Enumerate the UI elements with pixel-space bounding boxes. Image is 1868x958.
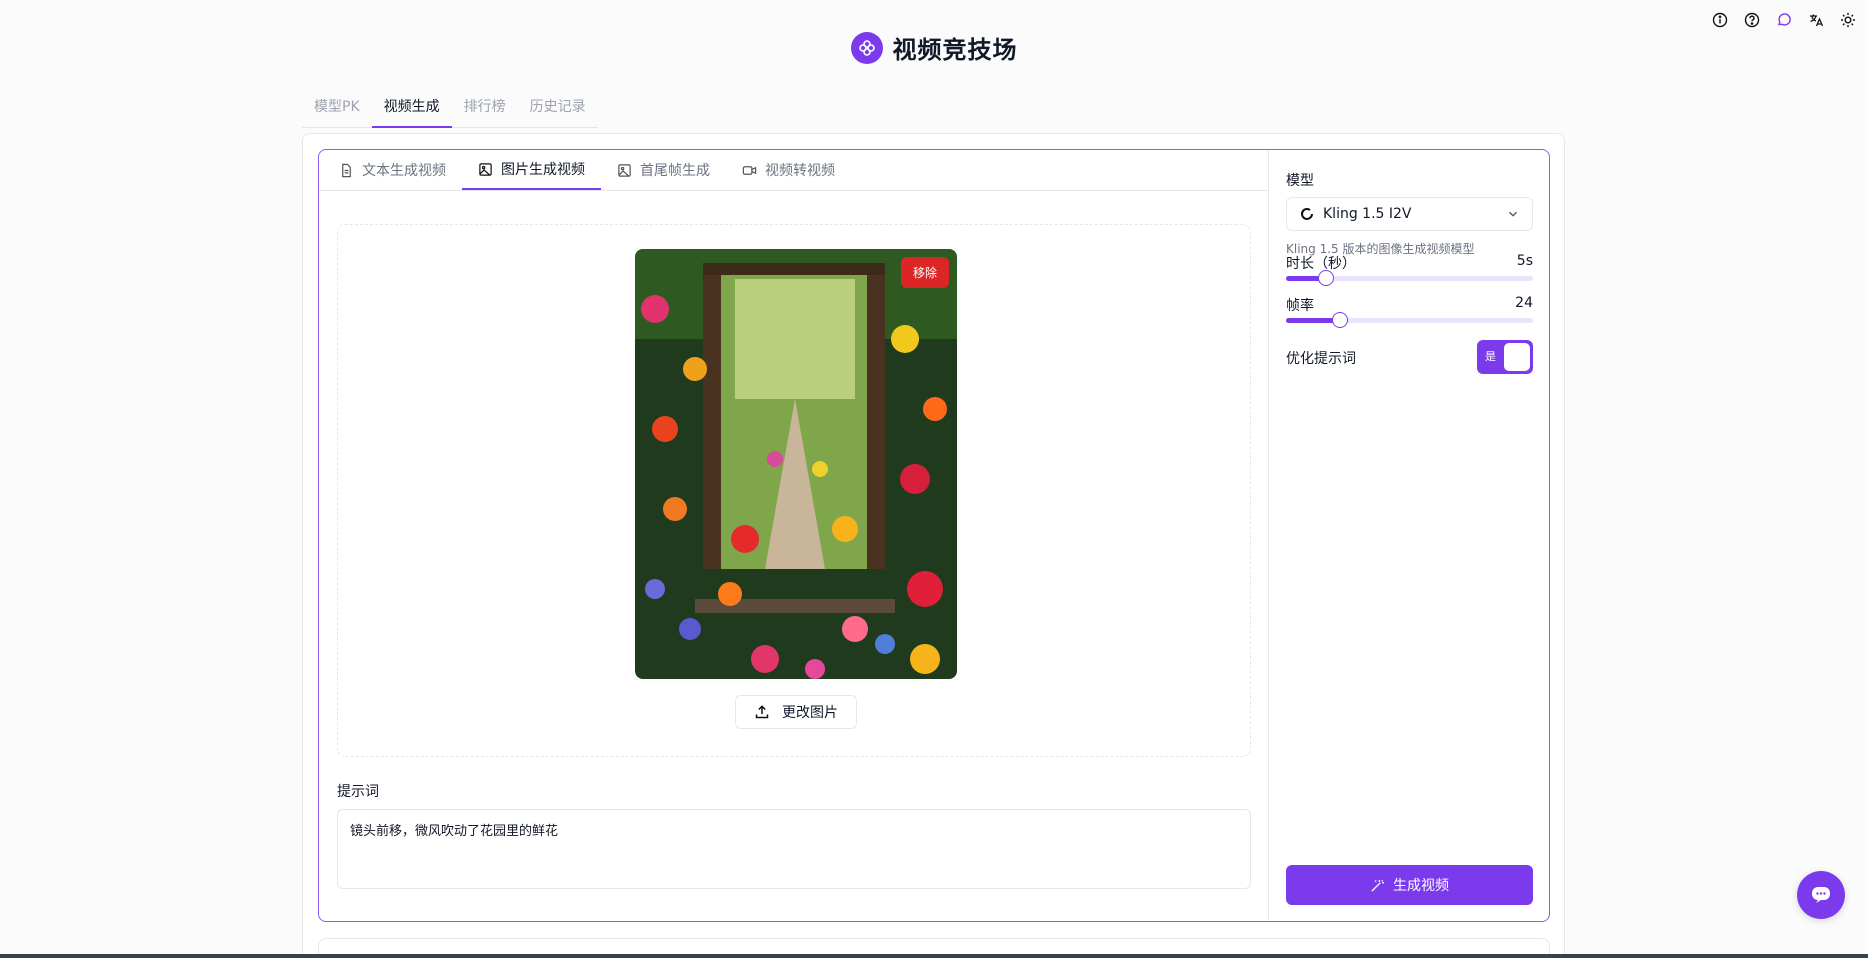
- duration-slider[interactable]: [1286, 270, 1533, 286]
- uploaded-image: 移除: [635, 249, 957, 679]
- kling-logo-icon: [1301, 208, 1313, 220]
- info-icon[interactable]: [1710, 10, 1730, 30]
- remove-image-button[interactable]: 移除: [900, 257, 949, 288]
- chevron-down-icon: [1509, 211, 1517, 217]
- tab-label: 图片生成视频: [501, 162, 585, 178]
- chat-icon[interactable]: [1774, 10, 1794, 30]
- app-header: 视频竞技场: [0, 30, 1868, 65]
- magic-wand-icon: [1371, 879, 1385, 892]
- image-icon: [479, 162, 492, 176]
- duration-value: 5s: [1516, 253, 1533, 269]
- fps-slider[interactable]: [1286, 312, 1533, 328]
- tab-image-to-video[interactable]: 图片生成视频: [462, 150, 601, 190]
- optimize-toggle[interactable]: 是: [1477, 340, 1533, 374]
- toggle-text: 是: [1485, 350, 1496, 363]
- tab-label: 视频转视频: [765, 163, 835, 179]
- duration-slider-thumb[interactable]: [1317, 270, 1334, 286]
- tab-video-generation[interactable]: 视频生成: [371, 92, 452, 128]
- fps-slider-thumb[interactable]: [1332, 312, 1349, 328]
- image-upload-zone[interactable]: 移除 更改图片: [337, 224, 1251, 757]
- top-toolbar: [1710, 10, 1858, 30]
- upload-icon: [755, 705, 769, 719]
- tab-video-to-video[interactable]: 视频转视频: [726, 150, 851, 190]
- tab-label: 首尾帧生成: [640, 163, 710, 179]
- prompt-label: 提示词: [337, 784, 379, 800]
- fps-value: 24: [1515, 295, 1533, 311]
- translate-icon[interactable]: [1806, 10, 1826, 30]
- change-image-button[interactable]: 更改图片: [735, 695, 857, 729]
- optimize-label: 优化提示词: [1286, 351, 1356, 367]
- toggle-knob: [1504, 343, 1530, 371]
- tab-leaderboard[interactable]: 排行榜: [452, 92, 518, 127]
- chat-support-button[interactable]: [1797, 871, 1845, 919]
- document-icon: [342, 163, 351, 177]
- window-bottom-edge: [0, 954, 1868, 958]
- model-label: 模型: [1286, 173, 1314, 189]
- change-image-label: 更改图片: [782, 705, 838, 721]
- app-title: 视频竞技场: [892, 36, 1018, 64]
- settings-panel: 模型 Kling 1.5 I2V Kling 1.5 版本的图像生成视频模型 时…: [1270, 150, 1549, 921]
- generate-video-label: 生成视频: [1393, 878, 1449, 894]
- mode-tabs: 文本生成视频 图片生成视频 首尾帧生成 视频转视频: [319, 150, 1268, 191]
- model-select-value: Kling 1.5 I2V: [1323, 206, 1412, 222]
- help-icon[interactable]: [1742, 10, 1762, 30]
- video-camera-icon: [742, 165, 757, 175]
- app-logo-icon: [850, 31, 883, 64]
- prompt-input[interactable]: [337, 809, 1251, 889]
- fps-row: 帧率 24: [1286, 295, 1533, 315]
- chat-bubble-icon: [1812, 887, 1830, 903]
- main-tabs: 模型PK 视频生成 排行榜 历史记录: [302, 92, 598, 128]
- duration-label: 时长（秒）: [1286, 256, 1356, 272]
- theme-sun-icon[interactable]: [1838, 10, 1858, 30]
- fps-label: 帧率: [1286, 298, 1314, 314]
- tab-history[interactable]: 历史记录: [518, 92, 598, 127]
- generation-panel: 文本生成视频 图片生成视频 首尾帧生成 视频转视频 移除 更改图片 提示词 镜头…: [318, 149, 1550, 922]
- tab-model-pk[interactable]: 模型PK: [302, 92, 372, 127]
- tab-text-to-video[interactable]: 文本生成视频: [323, 150, 462, 190]
- tab-label: 文本生成视频: [362, 163, 446, 179]
- model-select[interactable]: Kling 1.5 I2V: [1286, 197, 1533, 231]
- tab-first-last-frame[interactable]: 首尾帧生成: [601, 150, 726, 190]
- image-icon: [618, 163, 631, 177]
- input-area: 文本生成视频 图片生成视频 首尾帧生成 视频转视频 移除 更改图片 提示词 镜头…: [319, 150, 1269, 921]
- generate-video-button[interactable]: 生成视频: [1286, 865, 1533, 905]
